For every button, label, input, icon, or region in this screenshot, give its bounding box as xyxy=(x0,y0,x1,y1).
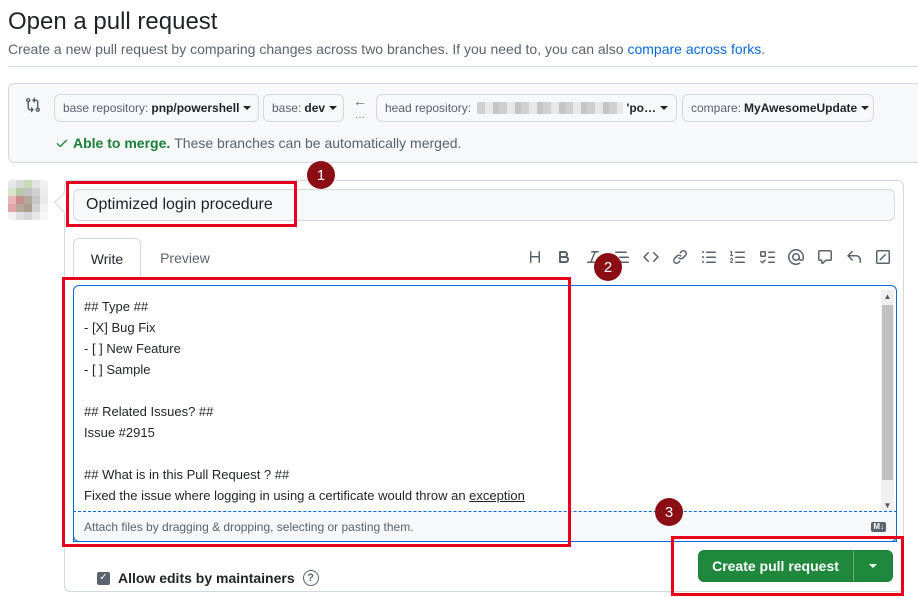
base-branch-label: base: xyxy=(272,101,302,115)
editor-scrollbar[interactable]: ▲ ▼ xyxy=(881,290,894,512)
annotation-marker-1: 1 xyxy=(307,161,335,189)
fullscreen-icon[interactable] xyxy=(868,245,897,269)
body-line: Issue #2915 xyxy=(84,425,155,440)
pr-body-text: ## Type ## - [X] Bug Fix - [ ] New Featu… xyxy=(84,296,874,506)
attach-files-bar[interactable]: Attach files by dragging & dropping, sel… xyxy=(73,511,897,542)
heading-icon[interactable] xyxy=(520,245,549,269)
pr-title-input[interactable] xyxy=(73,189,895,221)
task-list-icon[interactable] xyxy=(752,245,781,269)
annotation-marker-2: 2 xyxy=(594,253,622,281)
page-subtitle: Create a new pull request by comparing c… xyxy=(8,41,765,57)
caret-down-icon xyxy=(329,106,338,110)
link-icon[interactable] xyxy=(665,245,694,269)
unordered-list-icon[interactable] xyxy=(694,245,723,269)
compare-branch-value: MyAwesomeUpdate xyxy=(744,101,858,115)
merge-status: Able to merge. These branches can be auto… xyxy=(55,135,461,151)
question-icon[interactable]: ? xyxy=(302,570,319,586)
markdown-toolbar xyxy=(520,245,897,269)
scroll-thumb[interactable] xyxy=(882,305,893,480)
allow-edits-label: Allow edits by maintainers xyxy=(118,570,295,586)
body-underlined-word: exception xyxy=(469,488,525,503)
scroll-up-icon[interactable]: ▲ xyxy=(881,290,894,303)
body-line: ## Type ## xyxy=(84,299,149,314)
body-line: - [ ] New Feature xyxy=(84,341,181,356)
body-line: Fixed the issue where logging in using a… xyxy=(84,488,470,503)
allow-edits-checkbox[interactable]: ✓ xyxy=(97,571,110,585)
body-line: ## Related Issues? ## xyxy=(84,404,214,419)
pull-request-form: Write Preview xyxy=(64,180,904,592)
check-icon xyxy=(56,139,68,148)
create-pull-request-button[interactable]: Create pull request xyxy=(698,550,853,582)
reference-icon[interactable] xyxy=(810,245,839,269)
ordered-list-icon[interactable] xyxy=(723,245,752,269)
compare-branch-select[interactable]: compare: MyAwesomeUpdate xyxy=(682,94,874,122)
allow-edits-option[interactable]: ✓ Allow edits by maintainers ? xyxy=(97,570,319,586)
undo-icon[interactable] xyxy=(839,245,868,269)
page-title: Open a pull request xyxy=(8,8,218,35)
markdown-icon[interactable]: M↓ xyxy=(871,521,886,532)
base-repository-label: base repository: xyxy=(63,101,149,115)
create-options-dropdown-button[interactable] xyxy=(853,550,893,582)
attach-files-hint: Attach files by dragging & dropping, sel… xyxy=(84,519,414,534)
head-repository-label: head repository: xyxy=(385,101,472,115)
mention-icon[interactable] xyxy=(781,245,810,269)
arrow-left-icon: ← ··· xyxy=(353,93,367,123)
subtitle-text: Create a new pull request by comparing c… xyxy=(8,41,628,57)
git-compare-icon xyxy=(25,97,43,115)
head-repository-select[interactable]: head repository: 'po… xyxy=(376,94,677,122)
merge-status-ok: Able to merge. xyxy=(73,135,171,151)
head-repository-value: 'po… xyxy=(626,101,656,115)
merge-status-text: These branches can be automatically merg… xyxy=(174,135,462,151)
compare-across-forks-link[interactable]: compare across forks xyxy=(627,41,761,57)
caret-down-icon xyxy=(861,106,870,110)
caret-down-icon xyxy=(660,106,668,110)
base-repository-value: pnp/powershell xyxy=(151,101,240,115)
body-line: ## What is in this Pull Request ? ## xyxy=(84,467,290,482)
caret-down-icon xyxy=(243,106,252,110)
compare-range-box: base repository: pnp/powershell base: dev … xyxy=(8,83,918,163)
tab-preview[interactable]: Preview xyxy=(149,238,221,278)
avatar xyxy=(8,180,48,220)
compare-branch-label: compare: xyxy=(691,101,742,115)
body-line: - [X] Bug Fix xyxy=(84,320,156,335)
body-line: - [ ] Sample xyxy=(84,362,151,377)
tab-write[interactable]: Write xyxy=(73,238,141,278)
code-icon[interactable] xyxy=(636,245,665,269)
pr-body-textarea[interactable]: ## Type ## - [X] Bug Fix - [ ] New Featu… xyxy=(73,285,897,542)
bold-icon[interactable] xyxy=(549,245,578,269)
annotation-marker-3: 3 xyxy=(655,498,683,526)
caret-down-icon xyxy=(869,564,877,568)
redacted-repository-owner xyxy=(477,102,624,114)
base-repository-select[interactable]: base repository: pnp/powershell xyxy=(54,94,259,122)
base-branch-select[interactable]: base: dev xyxy=(263,94,344,122)
base-branch-value: dev xyxy=(304,101,326,115)
header-divider xyxy=(8,66,918,67)
subtitle-suffix: . xyxy=(761,41,766,57)
